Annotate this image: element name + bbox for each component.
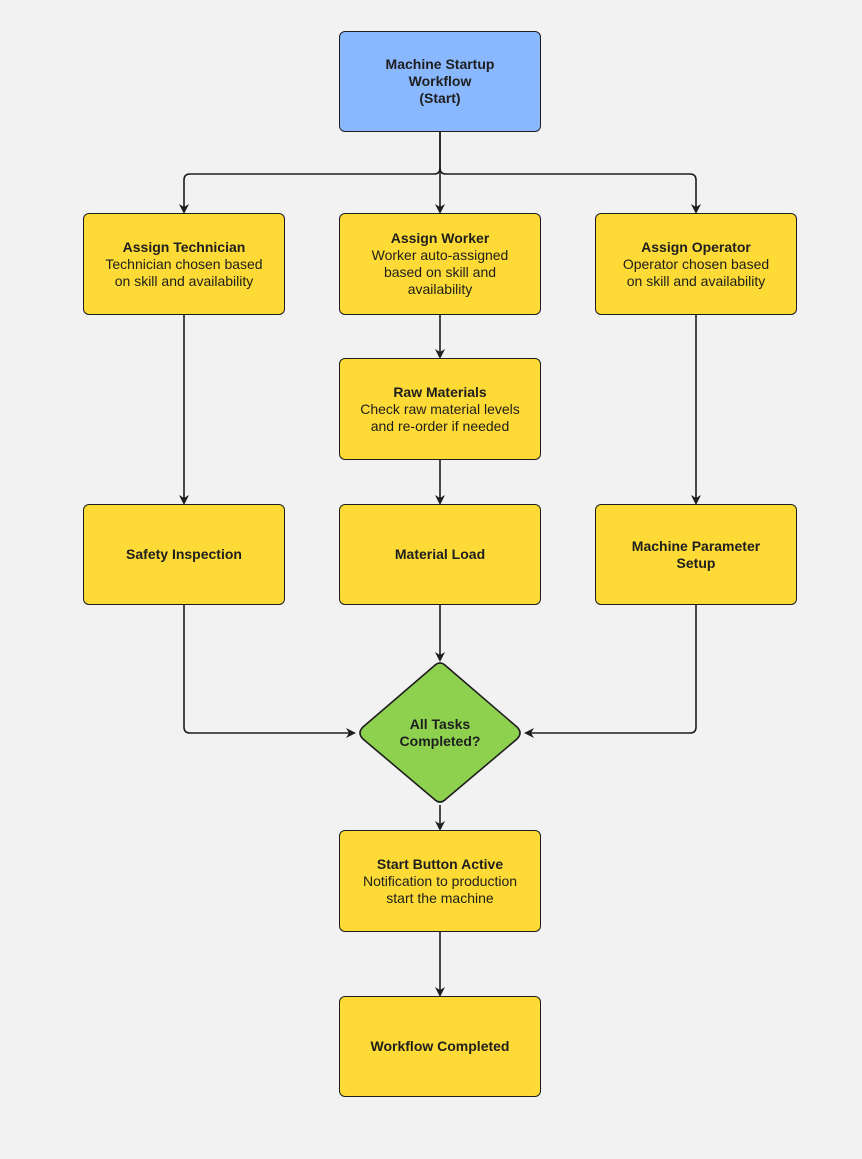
node-start-line-1: Machine Startup — [385, 56, 495, 72]
node-assign-technician[interactable]: Assign Technician Technician chosen base… — [83, 213, 285, 315]
node-assign-operator-title: Assign Operator — [641, 238, 751, 255]
node-start[interactable]: Machine Startup Workflow (Start) — [339, 31, 541, 132]
node-assign-worker-desc-2: based on skill and — [383, 264, 497, 280]
node-assign-technician-title: Assign Technician — [122, 238, 246, 255]
node-start-line-2: Workflow — [408, 73, 472, 89]
node-assign-operator-desc-1: Operator chosen based — [622, 255, 770, 272]
node-all-tasks-completed-line-1: All Tasks — [409, 716, 471, 732]
node-all-tasks-completed: All Tasks Completed? — [358, 662, 522, 804]
edge-parameter-setup-to-decision — [524, 605, 697, 738]
node-machine-parameter-setup[interactable]: Machine Parameter Setup — [595, 504, 797, 605]
node-start-line-3: (Start) — [419, 90, 461, 106]
node-assign-worker-desc-1: Worker auto-assigned — [371, 247, 509, 263]
node-raw-materials-title: Raw Materials — [393, 383, 487, 400]
node-raw-materials-desc-2: and re-order if needed — [370, 417, 510, 434]
node-machine-parameter-setup-line-1: Machine Parameter — [631, 537, 761, 554]
node-material-load[interactable]: Material Load — [339, 504, 541, 605]
node-machine-parameter-setup-line-2: Setup — [676, 554, 716, 571]
node-all-tasks-completed-line-2: Completed? — [399, 733, 481, 749]
node-assign-worker-desc-3: availability — [407, 281, 473, 297]
node-workflow-completed[interactable]: Workflow Completed — [339, 996, 541, 1097]
node-raw-materials-desc-1: Check raw material levels — [360, 400, 520, 417]
edge-start-to-assign-operator — [439, 167, 701, 214]
node-assign-operator[interactable]: Assign Operator Operator chosen based on… — [595, 213, 797, 315]
node-workflow-completed-title: Workflow Completed — [370, 1038, 510, 1054]
node-raw-materials[interactable]: Raw Materials Check raw material levels … — [339, 358, 541, 460]
node-start-button-active-desc-1: Notification to production — [362, 872, 518, 889]
edge-safety-to-decision — [183, 605, 356, 738]
node-assign-operator-desc-2: on skill and availability — [626, 272, 766, 289]
node-start-button-active-title: Start Button Active — [376, 855, 504, 872]
node-safety-inspection-title: Safety Inspection — [126, 546, 242, 562]
node-start-button-active[interactable]: Start Button Active Notification to prod… — [339, 830, 541, 932]
node-safety-inspection[interactable]: Safety Inspection — [83, 504, 285, 605]
edge-start-to-assign-technician — [179, 132, 441, 214]
node-material-load-title: Material Load — [394, 546, 486, 562]
node-assign-worker[interactable]: Assign Worker Worker auto-assigned based… — [339, 213, 541, 315]
node-assign-technician-desc-2: on skill and availability — [114, 272, 254, 289]
node-assign-worker-title: Assign Worker — [390, 230, 490, 246]
node-assign-technician-desc-1: Technician chosen based — [105, 255, 263, 272]
node-start-button-active-desc-2: start the machine — [386, 889, 494, 906]
